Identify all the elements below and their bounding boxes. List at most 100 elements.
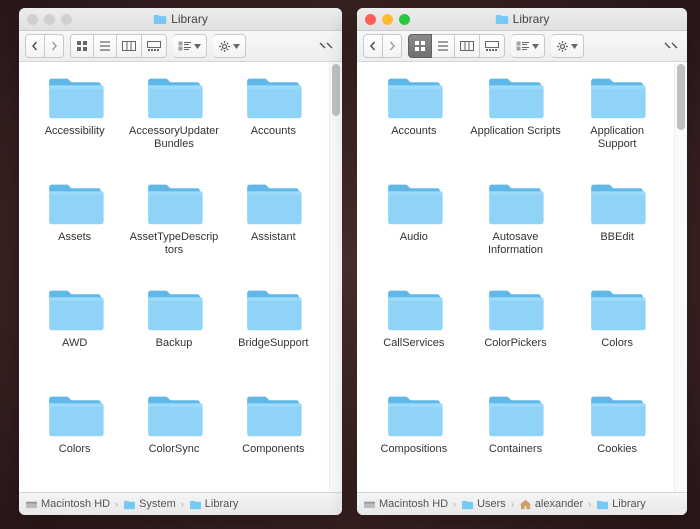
folder-item[interactable]: Application Support [568,74,666,178]
toolbar-overflow-button[interactable] [661,42,681,50]
folder-item[interactable]: AssetTypeDescriptors [126,180,221,284]
path-bar[interactable]: Macintosh HD›Users›alexander›Library [357,492,687,515]
folder-icon [243,180,303,228]
list-view-button[interactable] [432,34,455,58]
breadcrumb-item[interactable]: Library [189,498,239,510]
folder-icon [384,392,444,440]
gear-icon [218,40,231,53]
chevron-right-icon: › [588,499,591,509]
view-buttons [408,34,505,58]
folder-item[interactable]: BridgeSupport [226,286,321,390]
icon-grid[interactable]: Accounts Application Scripts Application… [357,62,674,492]
folder-item[interactable]: Colors [27,392,122,492]
zoom-button[interactable] [399,14,410,25]
breadcrumb-label: Users [477,498,506,510]
folder-icon [45,392,105,440]
column-view-button[interactable] [117,34,142,58]
group-button[interactable] [511,34,545,58]
folder-item[interactable]: Accessibility [27,74,122,178]
folder-icon [485,74,545,122]
folder-item[interactable]: ColorPickers [467,286,565,390]
folder-icon [45,74,105,122]
icon-view-button[interactable] [70,34,94,58]
folder-icon [485,392,545,440]
folder-label: Accounts [249,125,298,138]
folder-item[interactable]: AccessoryUpdaterBundles [126,74,221,178]
folder-item[interactable]: Application Scripts [467,74,565,178]
breadcrumb-item[interactable]: Macintosh HD [363,498,448,510]
back-button[interactable] [363,34,383,58]
folder-icon [587,392,647,440]
folder-item[interactable]: Components [226,392,321,492]
forward-button[interactable] [45,34,64,58]
path-bar[interactable]: Macintosh HD›System›Library [19,492,342,515]
titlebar[interactable]: Library [357,8,687,31]
forward-button[interactable] [383,34,402,58]
folder-item[interactable]: Assets [27,180,122,284]
folder-label: Autosave Information [467,231,565,257]
finder-window-user-library: Library Accounts Application Scripts [357,8,687,515]
folder-label: ColorSync [147,443,202,456]
gallery-view-button[interactable] [480,34,505,58]
folder-item[interactable]: Audio [365,180,463,284]
folder-item[interactable]: Accounts [226,74,321,178]
folder-label: Cookies [595,443,639,456]
breadcrumb-item[interactable]: Macintosh HD [25,498,110,510]
scrollbar[interactable] [674,62,687,492]
finder-window-system-library: Library Accessibility AccessoryUpdater [19,8,342,515]
scroll-thumb[interactable] [332,64,340,116]
folder-icon [384,74,444,122]
titlebar[interactable]: Library [19,8,342,31]
breadcrumb-item[interactable]: System [123,498,176,510]
action-button[interactable] [213,34,246,58]
folder-label: Compositions [379,443,450,456]
folder-item[interactable]: BBEdit [568,180,666,284]
folder-item[interactable]: ColorSync [126,392,221,492]
gallery-view-button[interactable] [142,34,167,58]
folder-item[interactable]: CallServices [365,286,463,390]
folder-item[interactable]: AWD [27,286,122,390]
icon-view-button[interactable] [408,34,432,58]
folder-item[interactable]: Cookies [568,392,666,492]
folder-label: Application Support [568,125,666,151]
scroll-thumb[interactable] [677,64,685,130]
folder-icon [384,180,444,228]
minimize-button[interactable] [44,14,55,25]
folder-icon [144,180,204,228]
folder-item[interactable]: Assistant [226,180,321,284]
minimize-button[interactable] [382,14,393,25]
content-area: Accounts Application Scripts Application… [357,62,687,492]
folder-item[interactable]: Containers [467,392,565,492]
scrollbar[interactable] [329,62,342,492]
list-view-button[interactable] [94,34,117,58]
folder-item[interactable]: Accounts [365,74,463,178]
zoom-button[interactable] [61,14,72,25]
chevron-right-icon: › [511,499,514,509]
group-button[interactable] [173,34,207,58]
window-controls [19,14,72,25]
folder-label: AssetTypeDescriptors [126,231,221,257]
folder-icon [587,180,647,228]
folder-item[interactable]: Compositions [365,392,463,492]
folder-label: CallServices [381,337,446,350]
breadcrumb-item[interactable]: Users [461,498,506,510]
folder-icon [243,392,303,440]
column-view-button[interactable] [455,34,480,58]
breadcrumb-label: Macintosh HD [41,498,110,510]
folder-icon [495,14,509,25]
folder-item[interactable]: Backup [126,286,221,390]
breadcrumb-item[interactable]: Library [596,498,646,510]
folder-label: Components [240,443,306,456]
folder-item[interactable]: Colors [568,286,666,390]
toolbar-overflow-button[interactable] [316,42,336,50]
action-button[interactable] [551,34,584,58]
close-button[interactable] [27,14,38,25]
back-button[interactable] [25,34,45,58]
nav-buttons [363,34,402,58]
close-button[interactable] [365,14,376,25]
icon-grid[interactable]: Accessibility AccessoryUpdaterBundles Ac… [19,62,329,492]
breadcrumb-item[interactable]: alexander [519,498,583,510]
folder-item[interactable]: Autosave Information [467,180,565,284]
folder-icon [485,180,545,228]
breadcrumb-label: Library [205,498,239,510]
